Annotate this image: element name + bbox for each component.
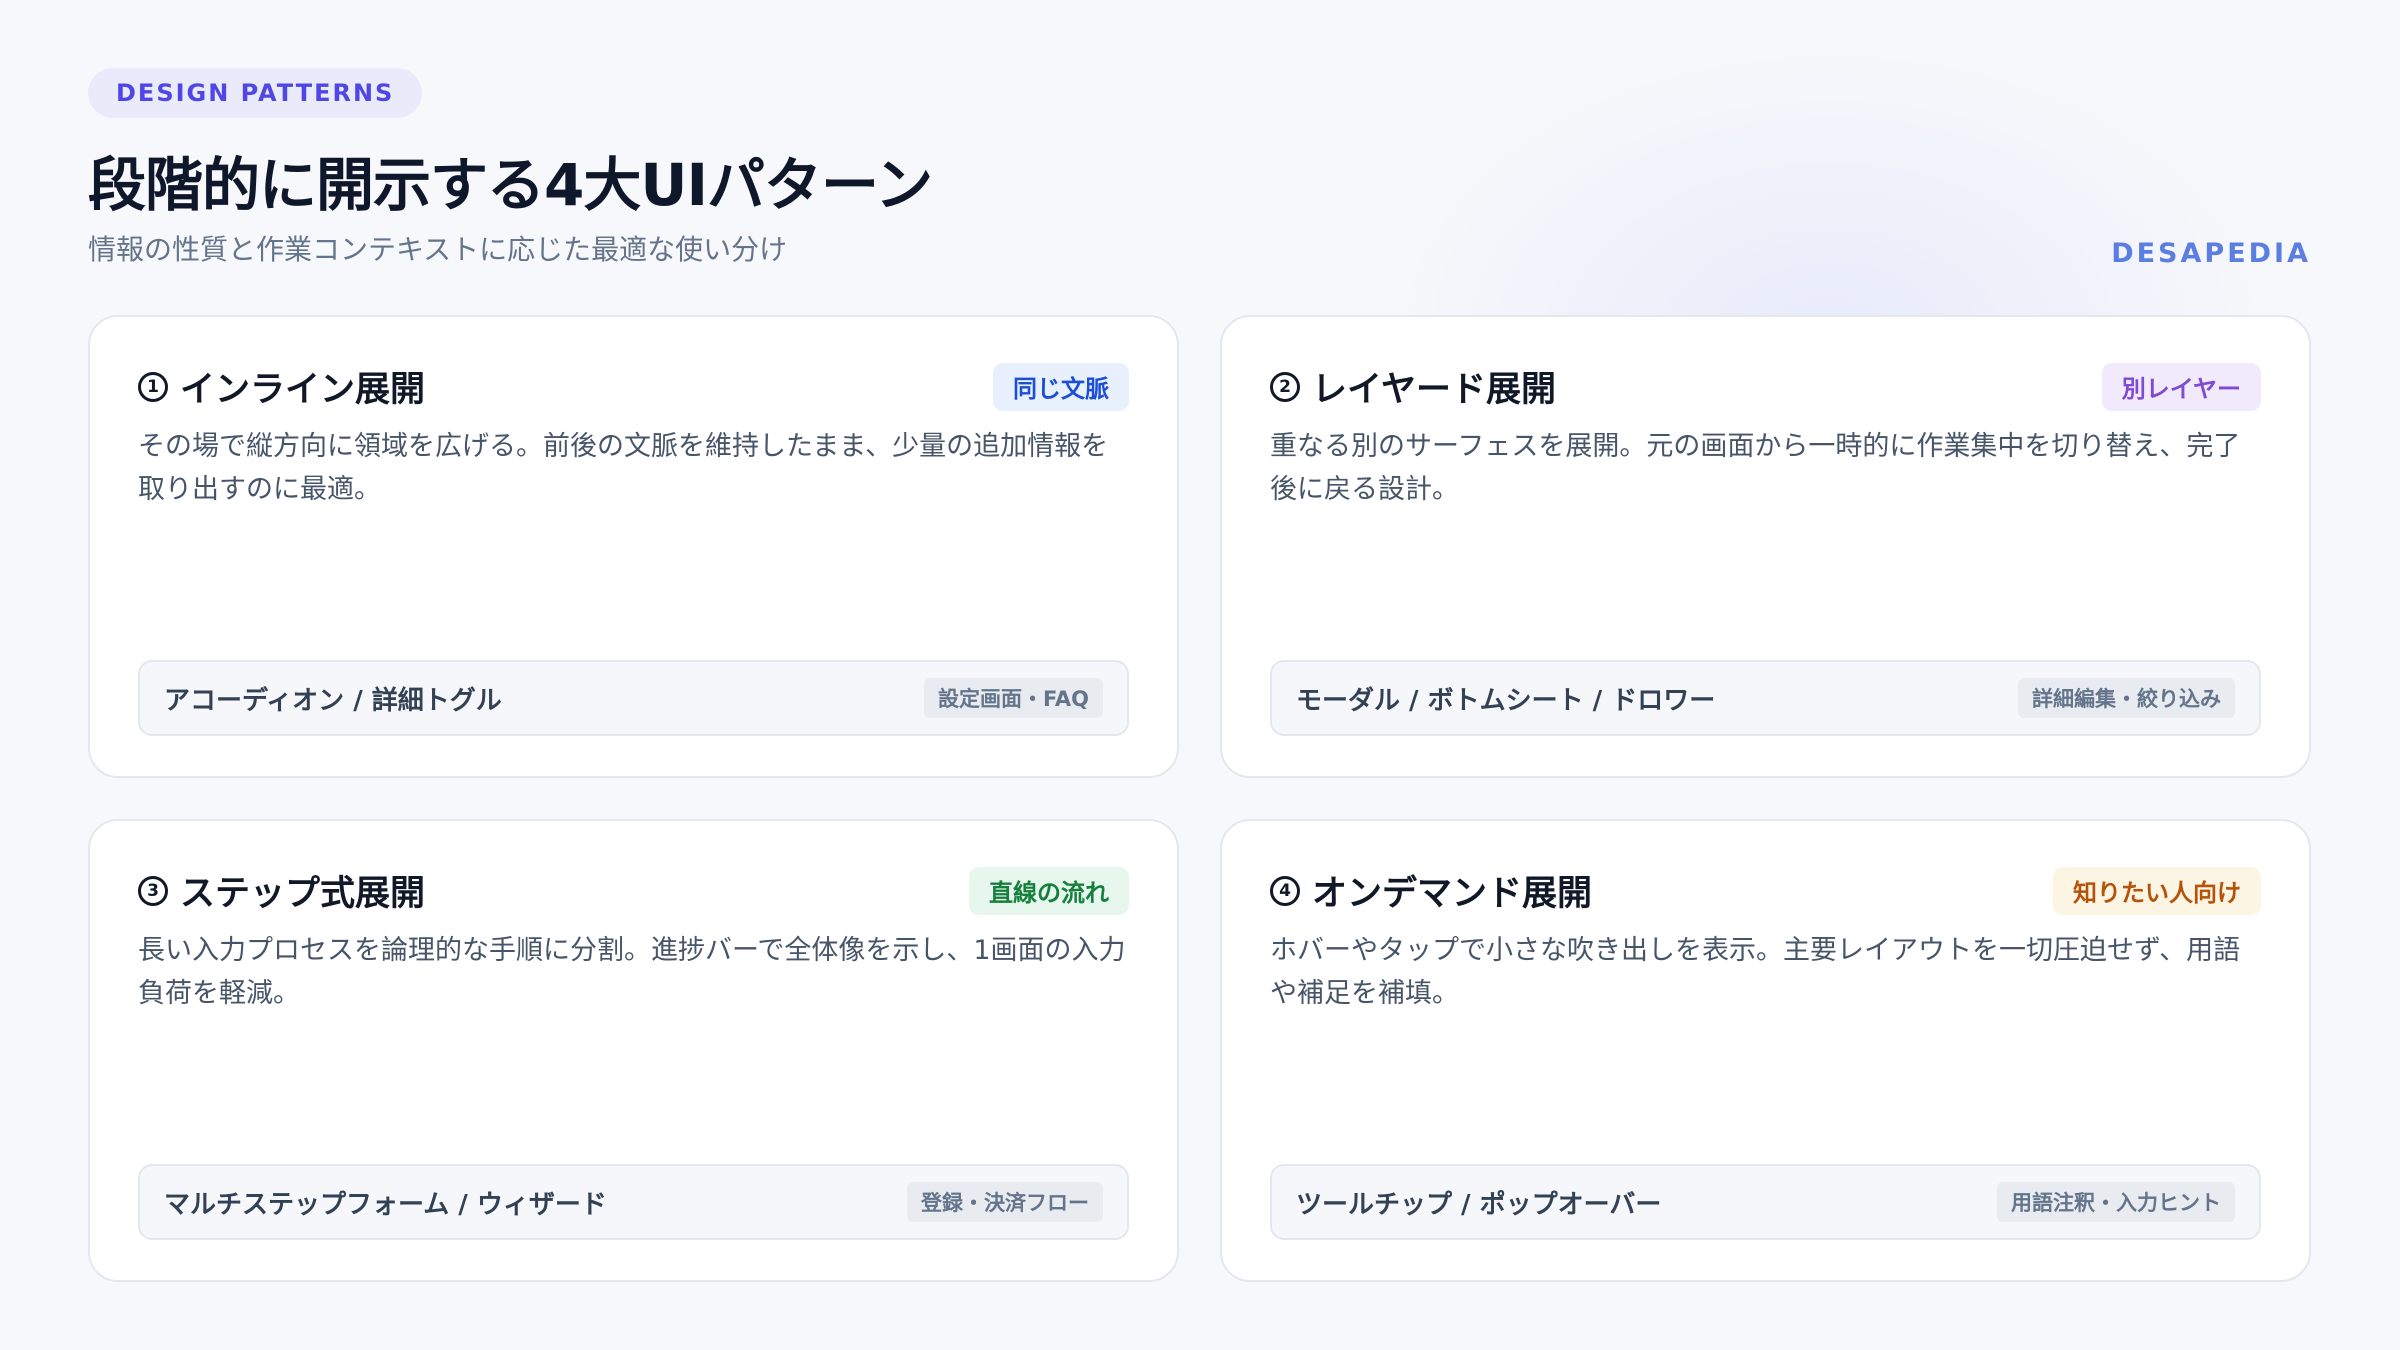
page-title: 段階的に開示する4大UIパターン bbox=[88, 151, 933, 219]
card-title-text: レイヤード展開 bbox=[1312, 370, 1556, 410]
use-case-chip: 登録・決済フロー bbox=[907, 1182, 1103, 1222]
example-components: マルチステップフォーム / ウィザード bbox=[164, 1189, 607, 1220]
example-components: ツールチップ / ポップオーバー bbox=[1296, 1189, 1662, 1220]
brand-logo: DESAPEDIA bbox=[2111, 238, 2311, 269]
card-description: 長い入力プロセスを論理的な手順に分割。進捗バーで全体像を示し、1画面の入力負荷を… bbox=[138, 935, 1126, 1009]
eyebrow-badge: DESIGN PATTERNS bbox=[88, 68, 423, 118]
number-circle-icon: 1 bbox=[138, 371, 168, 402]
card-title-text: インライン展開 bbox=[180, 370, 426, 410]
context-tag: 同じ文脈 bbox=[993, 362, 1129, 411]
number-circle-icon: 2 bbox=[1270, 371, 1300, 402]
example-box: モーダル / ボトムシート / ドロワー 詳細編集・絞り込み bbox=[1270, 660, 2261, 736]
card-header: 1 インライン展開 同じ文脈 bbox=[138, 361, 1129, 412]
card-title: 3 ステップ式展開 bbox=[138, 865, 425, 916]
pattern-card-step: 3 ステップ式展開 直線の流れ 長い入力プロセスを論理的な手順に分割。進捗バーで… bbox=[88, 819, 1179, 1282]
card-description: その場で縦方向に領域を広げる。前後の文脈を維持したまま、少量の追加情報を取り出す… bbox=[138, 431, 1109, 505]
card-title: 4 オンデマンド展開 bbox=[1270, 865, 1592, 916]
card-header: 2 レイヤード展開 別レイヤー bbox=[1270, 361, 2261, 412]
card-header: 4 オンデマンド展開 知りたい人向け bbox=[1270, 865, 2261, 916]
card-title: 1 インライン展開 bbox=[138, 361, 425, 412]
card-header: 3 ステップ式展開 直線の流れ bbox=[138, 865, 1129, 916]
use-case-chip: 詳細編集・絞り込み bbox=[2018, 678, 2235, 718]
use-case-chip: 用語注釈・入力ヒント bbox=[1997, 1182, 2235, 1222]
card-description: 重なる別のサーフェスを展開。元の画面から一時的に作業集中を切り替え、完了後に戻る… bbox=[1270, 431, 2241, 505]
pattern-card-on-demand: 4 オンデマンド展開 知りたい人向け ホバーやタップで小さな吹き出しを表示。主要… bbox=[1220, 819, 2311, 1282]
example-box: アコーディオン / 詳細トグル 設定画面・FAQ bbox=[138, 660, 1129, 736]
card-title: 2 レイヤード展開 bbox=[1270, 361, 1556, 412]
example-box: ツールチップ / ポップオーバー 用語注釈・入力ヒント bbox=[1270, 1164, 2261, 1240]
context-tag: 知りたい人向け bbox=[2053, 866, 2261, 915]
number-circle-icon: 3 bbox=[138, 875, 168, 906]
pattern-card-layered: 2 レイヤード展開 別レイヤー 重なる別のサーフェスを展開。元の画面から一時的に… bbox=[1220, 315, 2311, 778]
context-tag: 直線の流れ bbox=[969, 866, 1129, 915]
card-description: ホバーやタップで小さな吹き出しを表示。主要レイアウトを一切圧迫せず、用語や補足を… bbox=[1270, 935, 2241, 1009]
card-title-text: ステップ式展開 bbox=[180, 874, 426, 914]
page-subtitle: 情報の性質と作業コンテキストに応じた最適な使い分け bbox=[88, 233, 788, 266]
pattern-card-inline: 1 インライン展開 同じ文脈 その場で縦方向に領域を広げる。前後の文脈を維持した… bbox=[88, 315, 1179, 778]
example-components: アコーディオン / 詳細トグル bbox=[164, 685, 502, 716]
number-circle-icon: 4 bbox=[1270, 875, 1300, 906]
use-case-chip: 設定画面・FAQ bbox=[923, 678, 1103, 718]
example-components: モーダル / ボトムシート / ドロワー bbox=[1296, 685, 1716, 716]
context-tag: 別レイヤー bbox=[2101, 362, 2261, 411]
card-title-text: オンデマンド展開 bbox=[1312, 874, 1593, 914]
example-box: マルチステップフォーム / ウィザード 登録・決済フロー bbox=[138, 1164, 1129, 1240]
